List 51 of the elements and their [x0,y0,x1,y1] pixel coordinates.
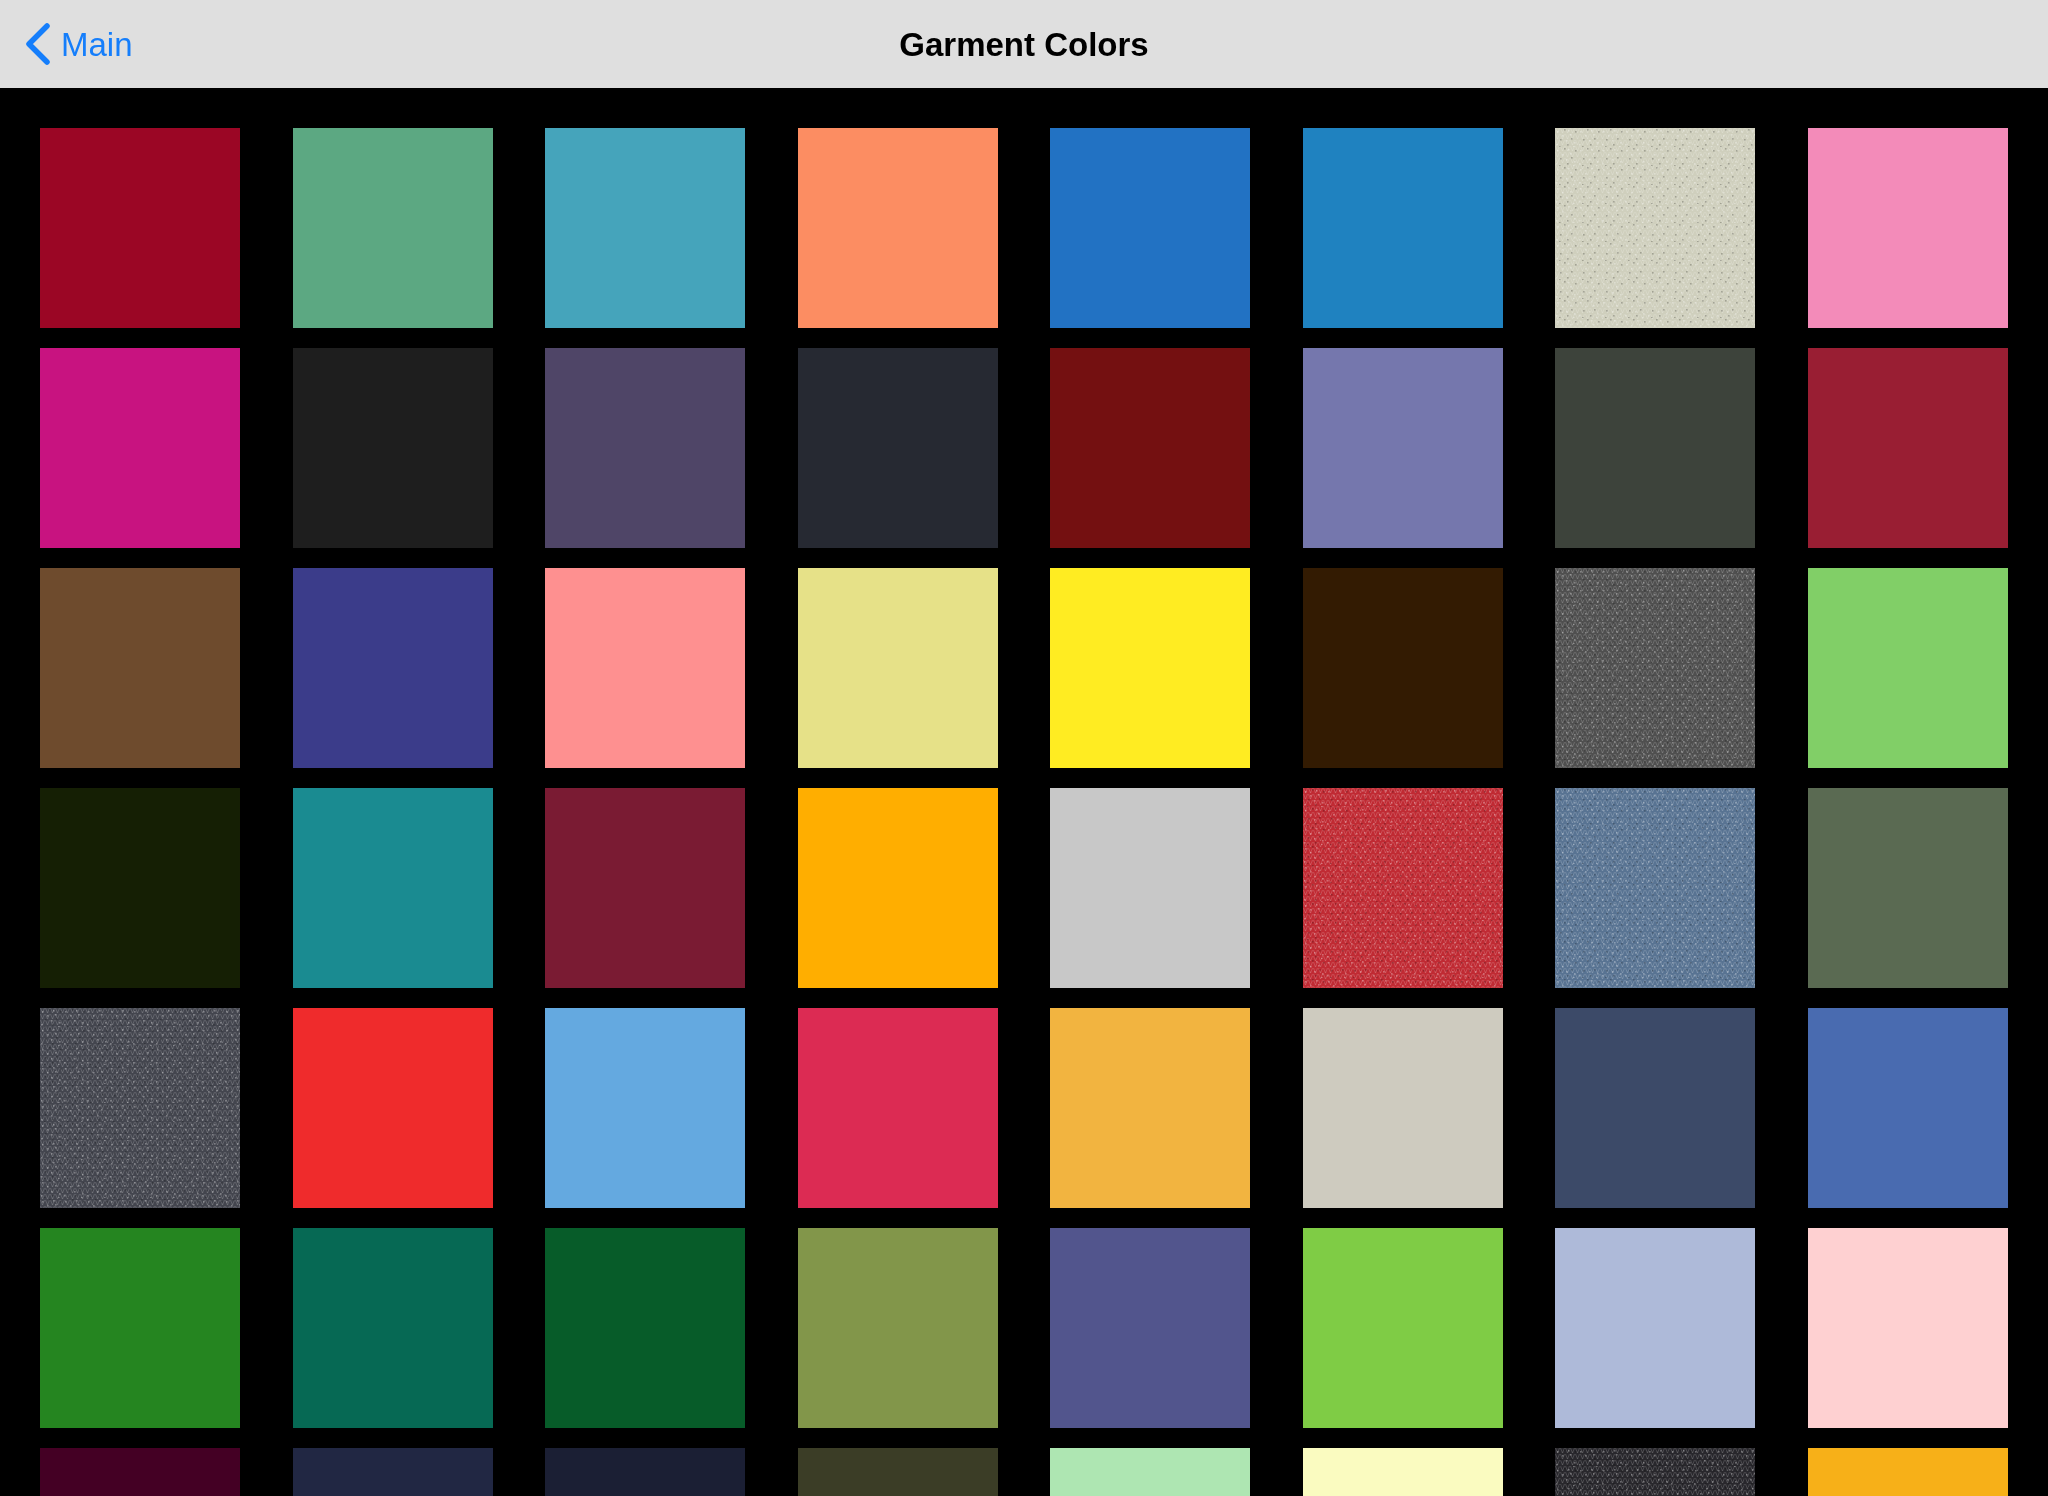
color-swatch-icon[interactable] [1555,568,1756,768]
color-swatch-icon[interactable] [797,1228,998,1428]
color-swatch-icon[interactable] [1555,128,1756,328]
color-swatch-icon[interactable] [1050,568,1251,768]
color-swatch-icon[interactable] [1302,348,1503,548]
chevron-left-icon [24,23,51,65]
color-swatch-icon[interactable] [1555,1228,1756,1428]
color-swatch-icon[interactable] [40,568,240,768]
color-swatch-icon[interactable] [1050,1228,1251,1428]
color-swatch-icon[interactable] [1302,1228,1503,1428]
color-swatch-icon[interactable] [292,348,493,548]
color-swatch-icon[interactable] [40,788,240,988]
color-swatch-icon[interactable] [1807,1008,2008,1208]
color-swatch-icon[interactable] [1807,348,2008,548]
color-swatch-icon[interactable] [545,1228,746,1428]
color-swatch-icon[interactable] [292,1228,493,1428]
color-swatch-icon[interactable] [797,128,998,328]
color-swatch-icon[interactable] [1302,1008,1503,1208]
screen-title: Garment Colors [899,27,1149,61]
color-swatch-icon[interactable] [797,788,998,988]
color-swatch-icon[interactable] [797,348,998,548]
color-swatch-icon[interactable] [545,128,746,328]
color-swatch-icon[interactable] [1555,788,1756,988]
color-swatch-icon[interactable] [1050,128,1251,328]
color-swatch-icon[interactable] [1050,1008,1251,1208]
back-button[interactable]: Main [22,16,135,72]
color-swatch-icon[interactable] [292,128,493,328]
color-swatch-icon[interactable] [292,788,493,988]
color-swatch-icon[interactable] [1302,128,1503,328]
color-swatch-icon[interactable] [545,788,746,988]
color-swatch-icon[interactable] [40,348,240,548]
color-swatch-icon[interactable] [545,568,746,768]
color-swatch-icon[interactable] [545,348,746,548]
color-swatch-icon[interactable] [1050,348,1251,548]
color-swatch-icon[interactable] [797,568,998,768]
color-swatch-icon[interactable] [545,1008,746,1208]
color-swatch-icon[interactable] [1302,788,1503,988]
color-swatch-icon[interactable] [1050,788,1251,988]
color-swatch-icon[interactable] [1807,788,2008,988]
color-swatch-icon[interactable] [40,1008,240,1208]
color-swatch-icon[interactable] [40,128,240,328]
color-swatch-icon[interactable] [40,1228,240,1428]
color-swatch-icon[interactable] [1555,1008,1756,1208]
color-swatch-icon[interactable] [292,568,493,768]
color-swatch-icon[interactable] [1807,1228,2008,1428]
color-swatch-icon[interactable] [1555,348,1756,548]
color-swatch-icon[interactable] [1807,568,2008,768]
color-swatch-icon[interactable] [292,1008,493,1208]
color-swatch-icon[interactable] [1302,568,1503,768]
color-swatch-icon[interactable] [797,1008,998,1208]
color-swatch-icon[interactable] [1807,128,2008,328]
